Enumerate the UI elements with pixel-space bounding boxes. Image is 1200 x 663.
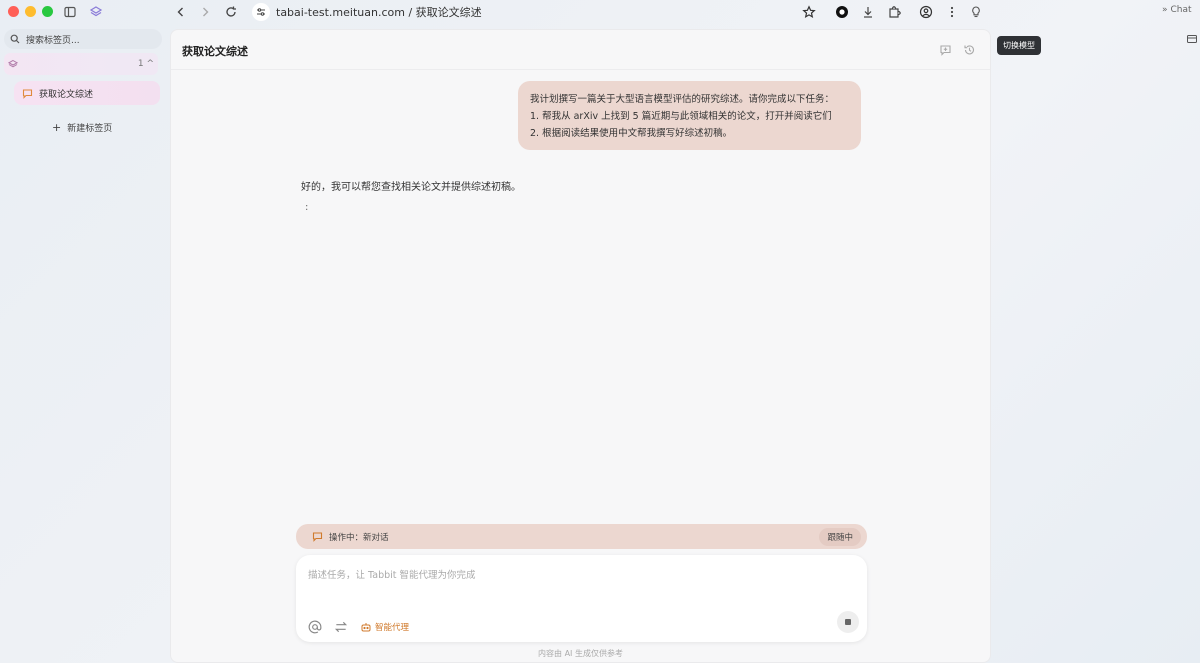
download-icon[interactable] [861, 5, 875, 19]
composer: 智能代理 [296, 555, 867, 642]
user-message-bubble: 我计划撰写一篇关于大型语言模型评估的研究综述。请你完成以下任务： 1. 帮我从 … [518, 81, 861, 150]
chat-header: 获取论文综述 [171, 30, 990, 70]
site-settings-icon[interactable] [252, 3, 270, 21]
lightbulb-icon[interactable] [969, 5, 983, 19]
search-placeholder: 搜索标签页... [26, 35, 80, 46]
mention-icon[interactable] [308, 620, 322, 634]
user-message-line-3: 2. 根据阅读结果使用中文帮我撰写好综述初稿。 [530, 128, 733, 139]
chat-bubble-icon [312, 532, 323, 542]
task-input[interactable] [308, 567, 828, 583]
url-text: tabai-test.meituan.com / 获取论文综述 [276, 6, 482, 19]
reload-icon[interactable] [224, 5, 238, 19]
typing-indicator: : [305, 202, 309, 213]
new-chat-icon[interactable] [939, 43, 952, 56]
new-tab-label: 新建标签页 [67, 124, 113, 134]
extensions-icon[interactable] [887, 5, 901, 19]
record-icon[interactable] [835, 5, 849, 19]
sidebar-toggle-icon[interactable] [63, 5, 77, 19]
search-icon [10, 34, 20, 44]
back-icon[interactable] [174, 5, 188, 19]
more-menu-icon[interactable] [945, 5, 959, 19]
address-bar[interactable]: tabai-test.meituan.com / 获取论文综述 [252, 3, 482, 21]
switch-icon[interactable] [334, 620, 348, 634]
assistant-message: 好的，我可以帮您查找相关论文并提供综述初稿。 [301, 182, 521, 193]
robot-icon [361, 623, 371, 632]
status-label: 操作中：新对话 [329, 532, 389, 543]
chat-label: Chat [1170, 5, 1192, 15]
composer-tools: 智能代理 [308, 620, 409, 634]
panel-icon[interactable] [1186, 33, 1198, 45]
layers-small-icon [8, 59, 18, 68]
space-count: 1 ^ [137, 59, 154, 69]
double-chevron-icon: » [1162, 5, 1168, 15]
stop-icon [845, 619, 851, 625]
sidebar-tab-item[interactable]: 获取论文综述 [14, 81, 160, 105]
space-header[interactable]: 1 ^ [4, 53, 158, 75]
new-tab-button[interactable]: + 新建标签页 [52, 121, 112, 134]
window-controls [8, 6, 53, 17]
profile-icon[interactable] [919, 5, 933, 19]
chat-bubble-icon [22, 88, 33, 99]
operation-status-bar: 操作中：新对话 跟随中 [296, 524, 867, 549]
maximize-window-button[interactable] [42, 6, 53, 17]
star-icon[interactable] [802, 5, 816, 19]
stop-button[interactable] [837, 611, 859, 633]
sidebar-tab-label: 获取论文综述 [39, 89, 94, 100]
minimize-window-button[interactable] [25, 6, 36, 17]
history-icon[interactable] [963, 43, 976, 56]
ai-disclaimer: 内容由 AI 生成仅供参考 [538, 649, 623, 658]
page-title: 获取论文综述 [182, 45, 248, 58]
plus-icon: + [52, 121, 62, 134]
forward-icon[interactable] [198, 5, 212, 19]
follow-status-badge[interactable]: 跟随中 [819, 527, 861, 546]
user-message-line-1: 我计划撰写一篇关于大型语言模型评估的研究综述。请你完成以下任务： [530, 94, 835, 105]
user-message-line-2: 1. 帮我从 arXiv 上找到 5 篇近期与此领域相关的论文，打开并阅读它们 [530, 111, 832, 122]
close-window-button[interactable] [8, 6, 19, 17]
chat-panel: 获取论文综述 我计划撰写一篇关于大型语言模型评估的研究综述。请你完成以下任务： … [170, 29, 991, 663]
switch-model-tooltip: 切换模型 [997, 36, 1041, 55]
layers-icon[interactable] [89, 5, 103, 19]
smart-agent-button[interactable]: 智能代理 [360, 621, 409, 633]
sidebar-search[interactable]: 搜索标签页... [4, 29, 162, 49]
chat-toggle-button[interactable]: » Chat [1162, 5, 1192, 15]
agent-label: 智能代理 [375, 623, 410, 633]
